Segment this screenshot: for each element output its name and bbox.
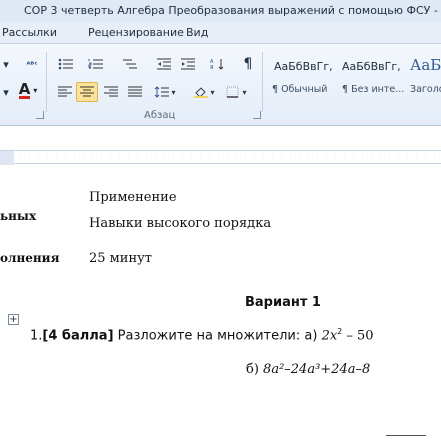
expr-a-rest: – 50 — [346, 328, 374, 344]
variant-heading: Вариант 1 — [245, 295, 321, 310]
style-sample: АаБбВвГг, — [342, 60, 401, 73]
table-cell-fragment-2: олнения — [0, 251, 60, 265]
task-1-line: 1.[4 балла] Разложите на множители: а) 2… — [30, 327, 374, 343]
ribbon-separator-2 — [262, 52, 263, 112]
numbering-icon[interactable] — [84, 54, 108, 74]
horizontal-ruler[interactable] — [0, 150, 441, 165]
style-name: ¶ Обычный — [272, 84, 328, 95]
dropdown-arrow-icon-2[interactable]: ▾ — [0, 82, 12, 102]
sort-icon[interactable]: AЯ — [208, 54, 228, 74]
show-formatting-marks-icon[interactable]: ¶ — [238, 54, 258, 74]
styles-gallery: АаБбВвГг, ¶ Обычный АаБбВвГг, ¶ Без инте… — [268, 48, 441, 104]
expr-a-exponent: 2 — [337, 327, 343, 336]
ribbon-tabs: Рассылки Рецензирование Вид — [0, 22, 441, 44]
style-name: Заголо... — [410, 84, 441, 95]
align-right-icon[interactable] — [100, 82, 122, 102]
style-sample: АаБбВвГг, — [274, 60, 333, 73]
table-cell-higher-order-skills: Навыки высокого порядка — [89, 216, 272, 231]
align-center-icon[interactable] — [76, 82, 98, 102]
table-cell-application: Применение — [89, 190, 177, 205]
table-cell-duration: 25 минут — [89, 251, 152, 266]
line-spacing-icon[interactable]: ▾ — [150, 82, 180, 102]
task-points: [4 балла] — [42, 328, 114, 344]
tab-view[interactable]: Вид — [186, 22, 208, 44]
expr-b: 8a²–24a³+24a–8 — [263, 362, 371, 377]
ribbon-separator — [46, 52, 47, 112]
multilevel-list-icon[interactable] — [116, 54, 144, 74]
paragraph-group-label: Абзац — [144, 110, 176, 121]
ruler-ticks — [0, 151, 441, 165]
expr-a: 2x — [321, 328, 338, 344]
increase-indent-icon[interactable] — [178, 54, 198, 74]
tab-review[interactable]: Рецензирование — [88, 22, 184, 44]
next-formula-cutoff — [236, 427, 441, 442]
decrease-indent-icon[interactable] — [154, 54, 174, 74]
task-1b-line: б) 8a²–24a³+24a–8 — [246, 362, 370, 377]
style-heading-1[interactable]: АаБ Заголо... — [410, 48, 441, 104]
shading-icon[interactable]: ▾ — [190, 82, 218, 102]
font-group-launcher-icon[interactable] — [36, 111, 44, 119]
style-normal[interactable]: АаБбВвГг, ¶ Обычный — [268, 48, 340, 104]
change-case-icon[interactable]: ᴬᴮᶜ — [22, 54, 42, 74]
paragraph-group-launcher-icon[interactable] — [253, 111, 261, 119]
align-left-icon[interactable] — [54, 82, 76, 102]
svg-text:Я: Я — [210, 65, 213, 70]
table-move-handle-icon[interactable]: + — [8, 314, 19, 325]
style-name: ¶ Без инте... — [342, 84, 405, 95]
style-no-spacing[interactable]: АаБбВвГг, ¶ Без инте... — [340, 48, 410, 104]
word-window: СОР 3 четверть Алгебра Преобразования вы… — [0, 0, 441, 442]
ruler-gap — [0, 126, 441, 150]
title-bar: СОР 3 четверть Алгебра Преобразования вы… — [0, 0, 441, 22]
table-cell-fragment: ьных — [0, 209, 37, 223]
font-color-icon[interactable]: A ▾ — [14, 80, 42, 100]
document-page[interactable]: ьных олнения Применение Навыки высокого … — [0, 165, 441, 442]
task-text: Разложите на множители: а) — [117, 328, 318, 344]
expr-b-label: б) — [246, 362, 259, 377]
style-sample: АаБ — [410, 56, 441, 74]
bullets-icon[interactable] — [54, 54, 78, 74]
tab-mailings[interactable]: Рассылки — [2, 22, 57, 44]
task-number: 1. — [30, 328, 43, 344]
borders-icon[interactable]: ▾ — [222, 82, 250, 102]
justify-icon[interactable] — [124, 82, 146, 102]
dropdown-arrow-icon[interactable]: ▾ — [0, 54, 12, 74]
